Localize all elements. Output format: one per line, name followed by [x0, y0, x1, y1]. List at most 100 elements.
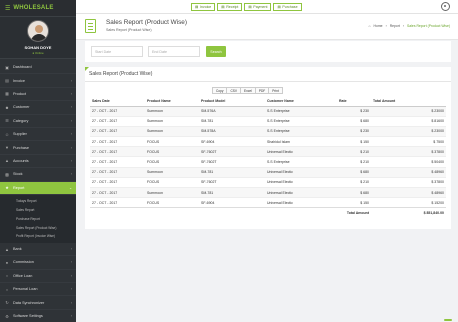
sidebar-item-label: Customer [13, 105, 30, 110]
personal-loan-icon: ○ [5, 286, 9, 292]
gear-icon[interactable] [441, 2, 450, 11]
column-header-total-amount[interactable]: Total Amount [371, 96, 446, 107]
report-title: Sales Report (Product Wise) [89, 71, 153, 77]
submenu-item-sales-report-product-wise[interactable]: Sales Report (Product Wise) [0, 223, 76, 232]
breadcrumb-report[interactable]: Report [390, 24, 400, 28]
print-button[interactable]: Print [268, 87, 283, 94]
cell-customer-name: S.S Enterprise [265, 156, 337, 168]
sidebar-item-bank[interactable]: ▲ Bank ‹ [0, 243, 76, 257]
chevron-left-icon: ‹ [70, 287, 72, 292]
cell-sales-date: 27 - OCT - 2017 [90, 105, 145, 117]
cell-product-name: Summoon [145, 166, 199, 178]
cell-rate: $ 680 [337, 115, 371, 127]
copy-button[interactable]: Copy [212, 87, 228, 94]
chevron-left-icon: ‹ [70, 145, 72, 150]
column-header-rate[interactable]: Rate [337, 96, 371, 107]
invoice-button[interactable]: ▤ Invoice [191, 3, 216, 11]
sidebar-item-label: Software Settings [13, 314, 43, 319]
sidebar-item-stock[interactable]: ▩ Stock ‹ [0, 168, 76, 182]
excel-button[interactable]: Excel [240, 87, 256, 94]
cell-rate: $ 230 [337, 105, 371, 117]
chevron-left-icon: ‹ [70, 247, 72, 252]
chevron-left-icon: ‹ [70, 300, 72, 305]
brand-logo[interactable]: WHOLESALE [13, 5, 53, 11]
sidebar-item-label: Supplier [13, 132, 27, 137]
sidebar-item-office-loan[interactable]: ○ Office Loan ‹ [0, 270, 76, 284]
sidebar-item-invoice[interactable]: ▤ Invoice ‹ [0, 74, 76, 88]
empty-cell [145, 207, 199, 218]
cell-product-model: SM-576A [199, 105, 265, 117]
menu-toggle-icon[interactable]: ☰ [5, 5, 10, 12]
sidebar-item-commission[interactable]: ● Commission ‹ [0, 256, 76, 270]
cell-total-amount: $ 81600 [371, 115, 446, 127]
cell-product-name: Summoon [145, 115, 199, 127]
sidebar-item-software-settings[interactable]: ⚙ Software Settings ‹ [0, 310, 76, 322]
breadcrumb-home[interactable]: Home [374, 24, 383, 28]
end-date-input[interactable]: End Date [148, 46, 200, 57]
cell-sales-date: 27 - OCT - 2017 [90, 186, 145, 198]
pdf-button[interactable]: PDF [254, 87, 270, 94]
receipt-button-label: Receipt [226, 5, 239, 9]
table-row: 27 - OCT - 2017 FOCUS SF-6904 Shahidul I… [90, 136, 446, 147]
column-header-product-model[interactable]: Product Model [199, 96, 265, 107]
cell-rate: $ 150 [337, 197, 371, 208]
sidebar-item-customer[interactable]: ☻ Customer ‹ [0, 101, 76, 115]
sidebar-item-dashboard[interactable]: ▣ Dashboard [0, 61, 76, 75]
cell-product-model: SF-7602T [199, 176, 265, 188]
scroll-indicator[interactable] [444, 319, 452, 321]
sidebar-item-label: Commission [13, 260, 34, 265]
column-header-product-name[interactable]: Product Name [145, 96, 199, 107]
start-date-input[interactable]: Start Date [91, 46, 143, 57]
submenu-item-todays-report[interactable]: Todays Report [0, 197, 76, 206]
cell-customer-name: Shahidul Islam [265, 136, 337, 147]
receipt-icon: ▤ [221, 5, 225, 9]
table-header-row: Sales Date Product Name Product Model Cu… [90, 96, 446, 107]
submenu-item-purchase-report[interactable]: Purchase Report [0, 215, 76, 224]
sidebar-item-label: Personal Loan [13, 287, 38, 292]
total-label: Total Amount [337, 207, 371, 218]
cell-rate: $ 210 [337, 146, 371, 157]
loan-icon: ○ [5, 273, 9, 279]
submenu-item-profit-report-invoice-wise[interactable]: Profit Report (Invoice Wise) [0, 232, 76, 241]
submenu-item-sales-report[interactable]: Sales Report [0, 206, 76, 215]
top-navbar: ▤ Invoice ▤ Receipt ▤ Payment ▤ Purchase [76, 0, 458, 14]
total-value: $ 851,840.00 [371, 207, 446, 218]
payment-button[interactable]: ▤ Payment [244, 3, 272, 11]
table-row: 27 - OCT - 2017 Summoon SM-781 Universal… [90, 166, 446, 178]
sidebar-item-data-synchronizer[interactable]: ↻ Data Synchronizer ‹ [0, 296, 76, 310]
cell-product-name: FOCUS [145, 136, 199, 147]
csv-button[interactable]: CSV [226, 87, 242, 94]
user-name: SOHAN DOYE [24, 45, 52, 50]
settings-icon: ⚙ [5, 313, 9, 319]
date-filter-panel: Start Date End Date Search [85, 41, 451, 62]
breadcrumb-separator: › [385, 24, 387, 28]
sidebar-item-supplier[interactable]: ☺ Supplier ‹ [0, 128, 76, 142]
sidebar-item-accounts[interactable]: ▲ Accounts ‹ [0, 155, 76, 169]
cell-customer-name: Universal Electic [265, 176, 337, 188]
sidebar-item-purchase[interactable]: ▼ Purchase ‹ [0, 141, 76, 155]
home-icon: ⌂ [368, 24, 371, 28]
column-header-sales-date[interactable]: Sales Date [90, 96, 145, 107]
sidebar-item-report[interactable]: ★ Report ⌄ [0, 181, 76, 195]
sidebar-item-personal-loan[interactable]: ○ Personal Loan ‹ [0, 283, 76, 297]
cell-product-model: SM-781 [199, 115, 265, 127]
empty-cell [265, 207, 337, 218]
search-button[interactable]: Search [206, 46, 226, 57]
sidebar-item-category[interactable]: ☰ Category ‹ [0, 115, 76, 128]
cell-sales-date: 27 - OCT - 2017 [90, 125, 145, 137]
document-icon [85, 19, 96, 33]
sidebar-item-product[interactable]: ▦ Product ‹ [0, 88, 76, 102]
chevron-left-icon: ‹ [70, 172, 72, 177]
column-header-customer-name[interactable]: Customer Name [265, 96, 337, 107]
avatar[interactable] [27, 20, 49, 42]
sidebar-item-label: Report [13, 185, 25, 190]
accounts-icon: ▲ [5, 158, 9, 164]
receipt-button[interactable]: ▤ Receipt [217, 3, 243, 11]
purchase-button[interactable]: ▤ Purchase [273, 3, 302, 11]
table-body: 27 - OCT - 2017 Summoon SM-576A S.S Ente… [90, 105, 446, 218]
chevron-left-icon: ‹ [70, 91, 72, 96]
cell-total-amount: $ 23000 [371, 105, 446, 117]
cell-rate: $ 230 [337, 125, 371, 137]
table-row: 27 - OCT - 2017 Summoon SM-578A S.S Ente… [90, 125, 446, 137]
chevron-down-icon: ⌄ [69, 185, 72, 190]
